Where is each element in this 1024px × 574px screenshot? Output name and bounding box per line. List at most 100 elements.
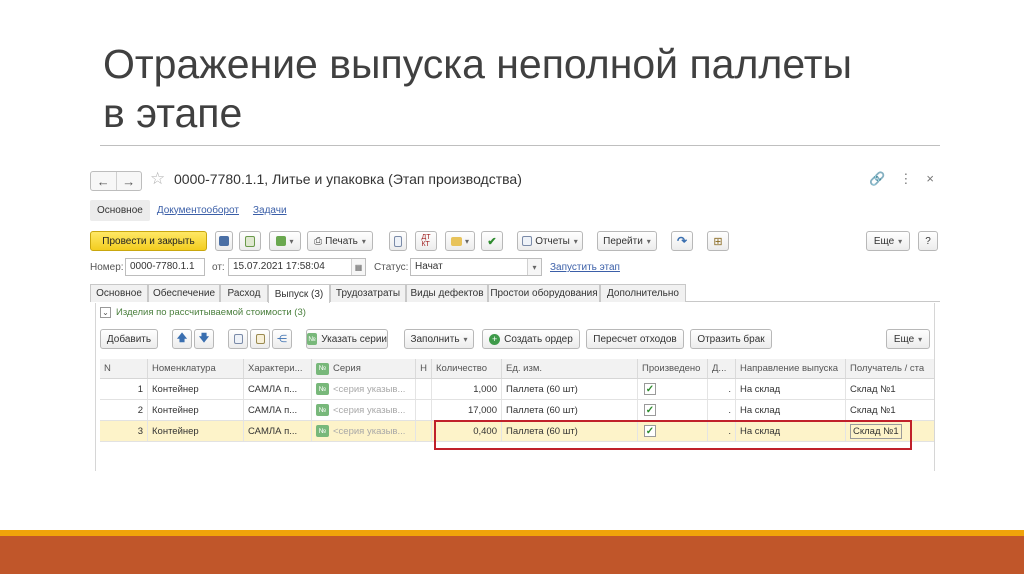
tab-main[interactable]: Основное <box>90 284 148 302</box>
row-series[interactable]: № <серия указыв... <box>312 400 416 420</box>
forward-arrow-icon[interactable]: → <box>117 172 142 190</box>
col-series-header[interactable]: № Серия <box>312 359 416 378</box>
check-button[interactable]: ✔ <box>481 231 503 251</box>
dt-kt-button[interactable]: ДТ КТ <box>415 231 437 251</box>
specify-series-button[interactable]: № Указать серии <box>306 329 388 349</box>
row-qty[interactable]: 1,000 <box>432 379 502 399</box>
save-button[interactable] <box>215 231 233 251</box>
row-item[interactable]: Контейнер <box>148 421 244 441</box>
col-produced-header[interactable]: Произведено <box>638 359 708 378</box>
row-characteristic[interactable]: САМЛА п... <box>244 400 312 420</box>
create-based-on-button[interactable]: ▾ <box>269 231 301 251</box>
row-h <box>416 400 432 420</box>
row-direction[interactable]: На склад <box>736 400 846 420</box>
slide-title-line1: Отражение выпуска неполной паллеты <box>103 41 853 87</box>
table-row[interactable]: 2 Контейнер САМЛА п... № <серия указыв...… <box>100 400 934 421</box>
add-row-button[interactable]: Добавить <box>100 329 158 349</box>
tab-output[interactable]: Выпуск (3) <box>268 284 330 303</box>
more-vertical-icon[interactable]: ⋮ <box>899 171 912 187</box>
row-characteristic[interactable]: САМЛА п... <box>244 379 312 399</box>
col-item-header[interactable]: Номенклатура <box>148 359 244 378</box>
close-icon[interactable]: × <box>926 171 934 187</box>
row-series[interactable]: № <серия указыв... <box>312 379 416 399</box>
print-label: Печать <box>325 235 358 247</box>
tab-equipment-downtime[interactable]: Простои оборудования <box>488 284 600 302</box>
goto-button[interactable]: Перейти <box>597 231 657 251</box>
post-button[interactable] <box>239 231 261 251</box>
redo-button[interactable]: ↷ <box>671 231 693 251</box>
split-button[interactable]: ⋲ <box>272 329 292 349</box>
tab-consumption[interactable]: Расход <box>220 284 268 302</box>
section-main[interactable]: Основное <box>90 199 150 221</box>
favorite-star-icon[interactable]: ☆ <box>150 169 165 189</box>
col-unit-header[interactable]: Ед. изм. <box>502 359 638 378</box>
series-icon: № <box>316 362 329 375</box>
col-recipient-header[interactable]: Получатель / ста <box>846 359 934 378</box>
row-recipient[interactable]: Склад №1 <box>846 379 934 399</box>
row-produced[interactable]: ✓ <box>638 379 708 399</box>
panel-more-button[interactable]: Еще <box>886 329 930 349</box>
section-docflow-link[interactable]: Документооборот <box>150 200 246 221</box>
status-select[interactable]: Начат ▾ <box>410 258 542 276</box>
row-n: 3 <box>100 421 148 441</box>
checkbox-checked-icon[interactable]: ✓ <box>644 383 656 395</box>
row-unit[interactable]: Паллета (60 шт) <box>502 379 638 399</box>
recalc-waste-button[interactable]: Пересчет отходов <box>586 329 684 349</box>
fill-button[interactable]: Заполнить <box>404 329 474 349</box>
post-and-close-button[interactable]: Провести и закрыть <box>90 231 207 251</box>
list-button[interactable] <box>389 231 407 251</box>
tab-defect-types[interactable]: Виды дефектов <box>406 284 488 302</box>
row-item[interactable]: Контейнер <box>148 400 244 420</box>
reports-label: Отчеты <box>535 235 570 247</box>
reports-button[interactable]: Отчеты <box>517 231 583 251</box>
section-tasks-link[interactable]: Задачи <box>246 200 294 221</box>
group-expander[interactable]: ⌄ Изделия по рассчитываемой стоимости (3… <box>100 307 306 318</box>
create-order-button[interactable]: + Создать ордер <box>482 329 580 349</box>
row-unit[interactable]: Паллета (60 шт) <box>502 400 638 420</box>
reflect-defect-button[interactable]: Отразить брак <box>690 329 772 349</box>
start-stage-link[interactable]: Запустить этап <box>550 262 620 273</box>
col-characteristic-header[interactable]: Характери... <box>244 359 312 378</box>
tab-additional[interactable]: Дополнительно <box>600 284 686 302</box>
tab-provision[interactable]: Обеспечение <box>148 284 220 302</box>
copy-button[interactable] <box>228 329 248 349</box>
row-produced[interactable]: ✓ <box>638 400 708 420</box>
move-down-button[interactable]: 🡇 <box>194 329 214 349</box>
more-button[interactable]: Еще <box>866 231 910 251</box>
number-field[interactable]: 0000-7780.1.1 <box>125 258 205 276</box>
slide-title-line2: в этапе <box>103 90 243 136</box>
row-series-placeholder: <серия указыв... <box>333 383 406 395</box>
checkbox-checked-icon[interactable]: ✓ <box>644 404 656 416</box>
check-icon: ✔ <box>487 235 497 248</box>
row-direction[interactable]: На склад <box>736 379 846 399</box>
help-button[interactable]: ? <box>918 231 938 251</box>
col-d-header[interactable]: Д... <box>708 359 736 378</box>
paste-button[interactable] <box>250 329 270 349</box>
col-n-header[interactable]: N <box>100 359 148 378</box>
document-window: ← → ☆ 0000-7780.1.1, Литье и упаковка (Э… <box>90 165 940 471</box>
row-recipient[interactable]: Склад №1 <box>846 400 934 420</box>
col-direction-header[interactable]: Направление выпуска <box>736 359 846 378</box>
move-up-button[interactable]: 🡅 <box>172 329 192 349</box>
col-qty-header[interactable]: Количество <box>432 359 502 378</box>
row-qty[interactable]: 17,000 <box>432 400 502 420</box>
split-icon: ⋲ <box>277 333 287 345</box>
attachments-button[interactable]: ▾ <box>445 231 475 251</box>
date-field[interactable]: 15.07.2021 17:58:04 ▦ <box>228 258 366 276</box>
chevron-down-icon: ▾ <box>464 236 469 246</box>
link-icon[interactable]: 🔗 <box>869 171 885 187</box>
col-h-header[interactable]: Н <box>416 359 432 378</box>
calendar-icon[interactable]: ▦ <box>351 259 365 275</box>
chevron-down-icon[interactable]: ⌄ <box>100 307 111 318</box>
row-characteristic[interactable]: САМЛА п... <box>244 421 312 441</box>
print-button[interactable]: ⎙ Печать <box>307 231 373 251</box>
chevron-down-icon[interactable]: ▾ <box>527 259 541 275</box>
row-series[interactable]: № <серия указыв... <box>312 421 416 441</box>
back-arrow-icon[interactable]: ← <box>91 172 117 190</box>
row-item[interactable]: Контейнер <box>148 379 244 399</box>
row-n: 2 <box>100 400 148 420</box>
table-row[interactable]: 1 Контейнер САМЛА п... № <серия указыв...… <box>100 379 934 400</box>
printer-icon: ⎙ <box>314 235 323 247</box>
structure-button[interactable]: ⊞ <box>707 231 729 251</box>
tab-labor[interactable]: Трудозатраты <box>330 284 406 302</box>
